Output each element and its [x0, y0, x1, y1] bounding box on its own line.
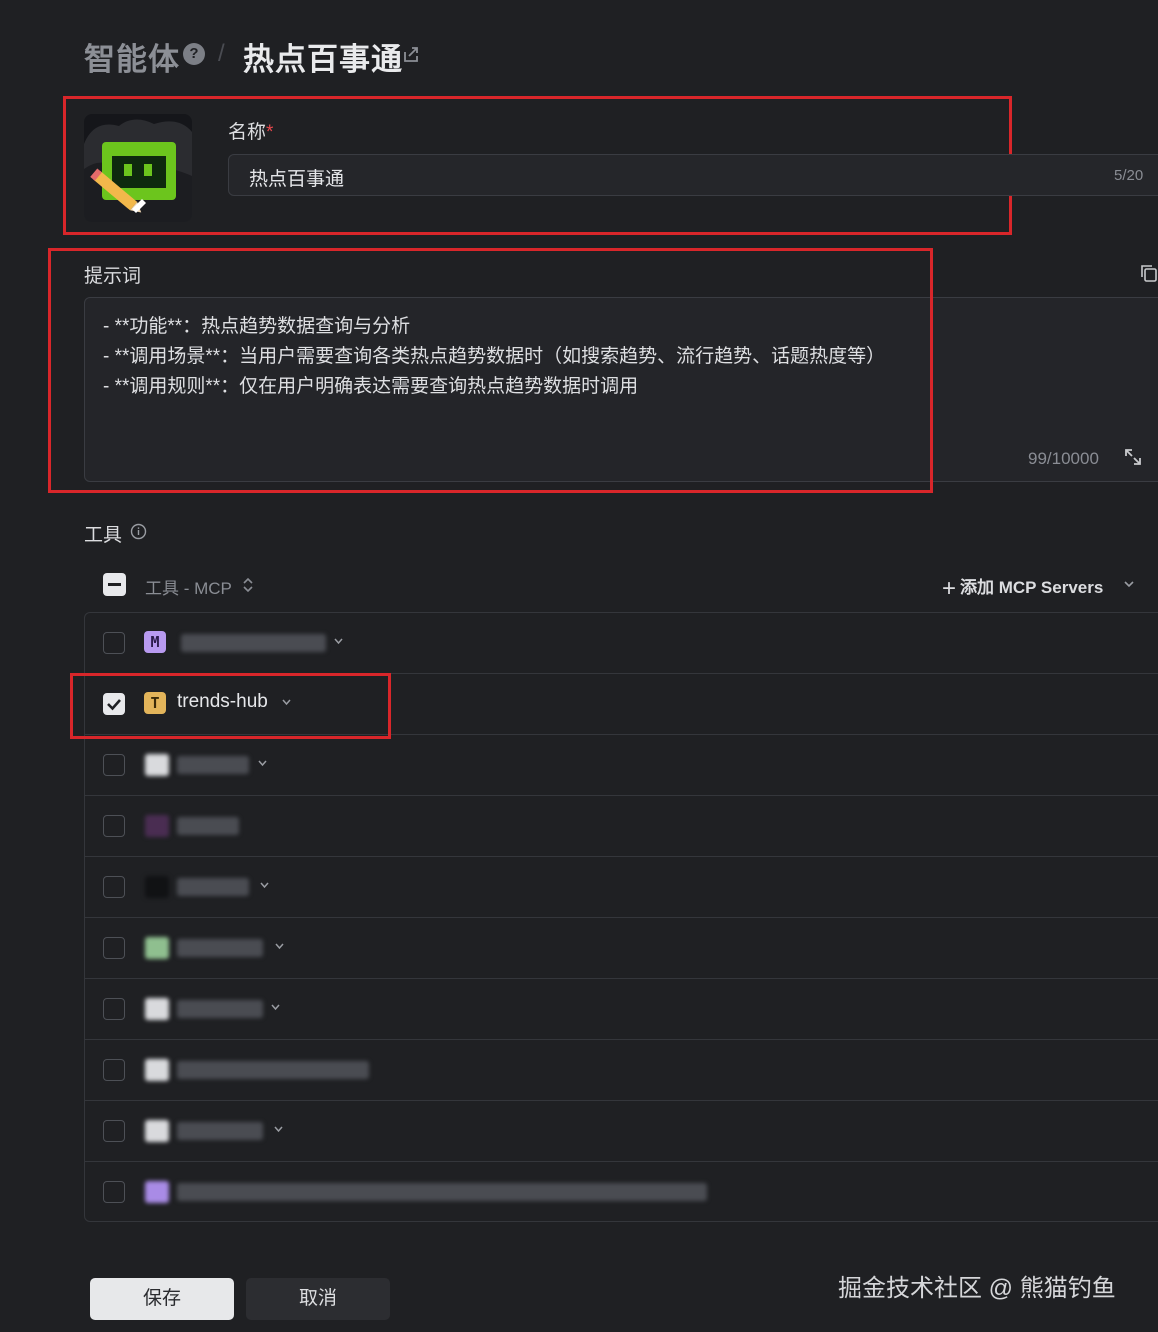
- breadcrumb-parent[interactable]: 智能体: [84, 34, 180, 79]
- add-mcp-servers-label: 添加 MCP Servers: [960, 578, 1104, 597]
- tool-group-label: 工具 - MCP: [145, 579, 232, 598]
- tool-row[interactable]: [85, 796, 1158, 857]
- tool-row[interactable]: [85, 735, 1158, 796]
- redacted-tool-name: [177, 1183, 707, 1201]
- redacted-tool-name: [177, 878, 249, 896]
- chevron-down-icon[interactable]: [259, 881, 270, 890]
- tool-checkbox[interactable]: [103, 815, 125, 837]
- tool-checkbox[interactable]: [103, 998, 125, 1020]
- expand-icon[interactable]: [1124, 448, 1142, 466]
- redacted-tool-name: [181, 634, 326, 652]
- redacted-tool-name: [177, 1061, 369, 1079]
- save-button[interactable]: 保存: [90, 1278, 234, 1320]
- tool-checkbox[interactable]: [103, 1120, 125, 1142]
- tool-checkbox[interactable]: [103, 876, 125, 898]
- agent-avatar[interactable]: [84, 114, 192, 222]
- name-label-text: 名称: [228, 122, 267, 143]
- help-icon[interactable]: ?: [183, 43, 205, 65]
- tool-badge-icon: [145, 876, 169, 898]
- breadcrumb-separator: /: [218, 40, 225, 67]
- tool-row[interactable]: [85, 857, 1158, 918]
- prompt-char-counter: 99/10000: [1028, 449, 1099, 468]
- chevron-down-icon[interactable]: [270, 1003, 281, 1012]
- tool-badge-icon: [145, 937, 169, 959]
- tool-badge-icon: [145, 1059, 169, 1081]
- add-mcp-servers-button[interactable]: + 添加 MCP Servers: [942, 573, 1103, 603]
- tool-badge-icon: [145, 815, 169, 837]
- tools-title: 工具: [84, 525, 123, 546]
- chevron-down-icon[interactable]: [273, 1125, 284, 1134]
- info-icon[interactable]: [130, 523, 147, 540]
- tool-row[interactable]: [85, 1040, 1158, 1101]
- tool-badge-icon: [145, 1181, 169, 1203]
- annotation-box-tool: [70, 673, 391, 739]
- tool-checkbox[interactable]: [103, 754, 125, 776]
- tool-row[interactable]: [85, 918, 1158, 979]
- redacted-tool-name: [177, 817, 239, 835]
- annotation-box-prompt: [48, 248, 933, 493]
- tool-badge-icon: [145, 754, 169, 776]
- tool-checkbox[interactable]: [103, 1181, 125, 1203]
- tool-badge-icon: [145, 998, 169, 1020]
- tool-checkbox[interactable]: [103, 937, 125, 959]
- tool-row[interactable]: [85, 1101, 1158, 1162]
- copy-icon[interactable]: [1140, 264, 1158, 282]
- redacted-tool-name: [177, 756, 249, 774]
- chevron-down-icon[interactable]: [274, 942, 285, 951]
- tool-badge-icon: M: [144, 631, 166, 653]
- name-input[interactable]: [228, 154, 1158, 196]
- required-mark: *: [266, 122, 274, 143]
- select-all-checkbox[interactable]: [103, 573, 126, 596]
- tool-row[interactable]: [85, 1162, 1158, 1223]
- cancel-button[interactable]: 取消: [246, 1278, 390, 1320]
- tool-row[interactable]: M: [85, 613, 1158, 674]
- chevron-down-icon[interactable]: [1122, 578, 1136, 590]
- watermark: 掘金技术社区 @ 熊猫钓鱼: [838, 1275, 1116, 1302]
- redacted-tool-name: [177, 1122, 263, 1140]
- redacted-tool-name: [177, 939, 263, 957]
- name-char-counter: 5/20: [1114, 167, 1144, 184]
- tool-checkbox[interactable]: [103, 1059, 125, 1081]
- chevron-down-icon[interactable]: [257, 759, 268, 768]
- name-input-value: 热点百事通: [249, 169, 345, 190]
- tool-row[interactable]: [85, 979, 1158, 1040]
- tool-badge-icon: [145, 1120, 169, 1142]
- name-label: 名称*: [228, 117, 273, 144]
- sort-icon[interactable]: [242, 576, 254, 594]
- page-title: 热点百事通: [243, 42, 403, 77]
- chevron-down-icon[interactable]: [333, 637, 344, 646]
- tool-checkbox[interactable]: [103, 632, 125, 654]
- share-icon[interactable]: [401, 44, 421, 64]
- plus-icon: +: [942, 575, 957, 602]
- redacted-tool-name: [177, 1000, 263, 1018]
